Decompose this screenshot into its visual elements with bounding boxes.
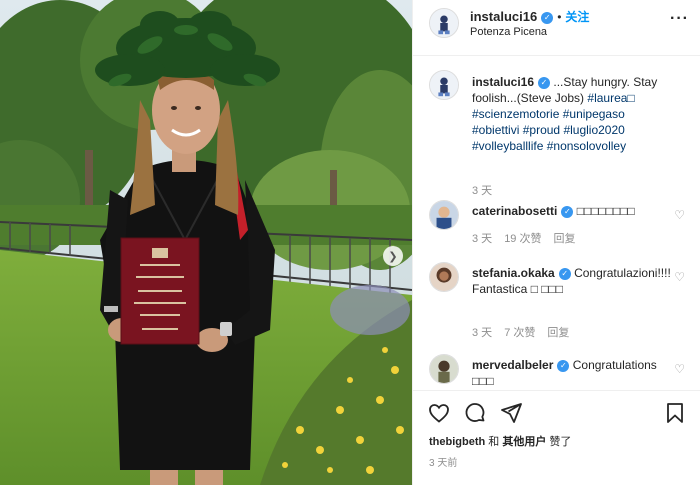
header-username[interactable]: instaluci16	[470, 9, 537, 24]
comments-list[interactable]: instaluci16 ✓ ...Stay hungry. Stay foolis…	[413, 56, 700, 390]
verified-badge-icon: ✓	[558, 267, 571, 280]
hashtag[interactable]: #volleyballlife	[472, 139, 543, 153]
chevron-right-icon: ❯	[388, 250, 398, 263]
hashtag[interactable]: #obiettivi	[472, 123, 519, 137]
commenter-avatar[interactable]	[429, 262, 459, 292]
hashtag[interactable]: #proud	[523, 123, 560, 137]
heart-icon[interactable]	[427, 401, 451, 425]
post-location[interactable]: Potenza Picena	[470, 26, 547, 38]
comment-likes[interactable]: 7 次赞	[504, 327, 535, 339]
hashtag[interactable]: #luglio2020	[563, 123, 624, 137]
verified-badge-icon: ✓	[541, 11, 554, 24]
verified-badge-icon: ✓	[538, 76, 551, 89]
comment-text: □□□□□□□□	[576, 204, 635, 218]
comment-username[interactable]: stefania.okaka	[472, 266, 555, 280]
caption-username[interactable]: instaluci16	[472, 75, 534, 89]
heart-icon[interactable]: ♡	[674, 270, 685, 284]
share-icon[interactable]	[499, 401, 523, 425]
liked-by-user[interactable]: thebigbeth	[429, 436, 485, 448]
reply-button[interactable]: 回复	[547, 327, 569, 339]
liked-by-and: 和	[488, 436, 500, 448]
post-time[interactable]: 3 天前	[429, 454, 457, 469]
caption-text-block: instaluci16 ✓ ...Stay hungry. Stay foolis…	[472, 74, 673, 154]
next-image-button[interactable]: ❯	[383, 246, 403, 266]
comment-text-block: caterinabosetti ✓ □□□□□□□□	[472, 203, 673, 219]
author-avatar[interactable]	[429, 8, 459, 38]
hashtag[interactable]: #unipegaso	[563, 107, 625, 121]
hashtag[interactable]: #scienzemotorie	[472, 107, 559, 121]
bookmark-icon[interactable]	[663, 401, 687, 425]
heart-icon[interactable]: ♡	[674, 208, 685, 222]
liked-by-suffix: 赞了	[549, 436, 572, 448]
post-actions: thebigbeth 和 其他用户 赞了 3 天前	[413, 390, 700, 484]
caption-meta: 3 天	[472, 182, 504, 198]
comment-text-block: stefania.okaka ✓ Congratulazioni!!!! Fant…	[472, 265, 673, 297]
separator-dot: •	[557, 10, 562, 24]
liked-by-others[interactable]: 其他用户	[502, 436, 546, 448]
hashtag[interactable]: #laurea□	[587, 91, 634, 105]
header-user-line: instaluci16 ✓ • 关注	[470, 8, 589, 25]
comment-text-block: mervedalbeler ✓ Congratulations □□□	[472, 357, 673, 389]
follow-button[interactable]: 关注	[565, 10, 589, 24]
comment-username[interactable]: caterinabosetti	[472, 204, 557, 218]
verified-badge-icon: ✓	[557, 359, 570, 372]
heart-icon[interactable]: ♡	[674, 362, 685, 376]
comment-meta: 3 天 19 次赞 回复	[472, 230, 587, 246]
comment-time: 3 天	[472, 327, 493, 339]
post-image	[0, 0, 412, 485]
post-photo[interactable]: ❯	[0, 0, 412, 485]
reply-button[interactable]: 回复	[553, 233, 575, 245]
post-details-panel: instaluci16 ✓ • 关注 Potenza Picena ··· insta…	[412, 0, 700, 485]
liked-by-text: thebigbeth 和 其他用户 赞了	[429, 433, 571, 449]
verified-badge-icon: ✓	[561, 205, 574, 218]
comment-likes[interactable]: 19 次赞	[504, 233, 541, 245]
comment-icon[interactable]	[463, 401, 487, 425]
caption-time: 3 天	[472, 185, 493, 197]
commenter-avatar[interactable]	[429, 200, 459, 230]
more-horizontal-icon[interactable]: ···	[670, 10, 689, 28]
caption-avatar[interactable]	[429, 70, 459, 100]
commenter-avatar[interactable]	[429, 354, 459, 384]
comment-username[interactable]: mervedalbeler	[472, 358, 553, 372]
hashtag[interactable]: #nonsolovolley	[547, 139, 626, 153]
post-header: instaluci16 ✓ • 关注 Potenza Picena ···	[413, 0, 700, 56]
comment-meta: 3 天 7 次赞 回复	[472, 324, 581, 340]
comment-time: 3 天	[472, 233, 493, 245]
